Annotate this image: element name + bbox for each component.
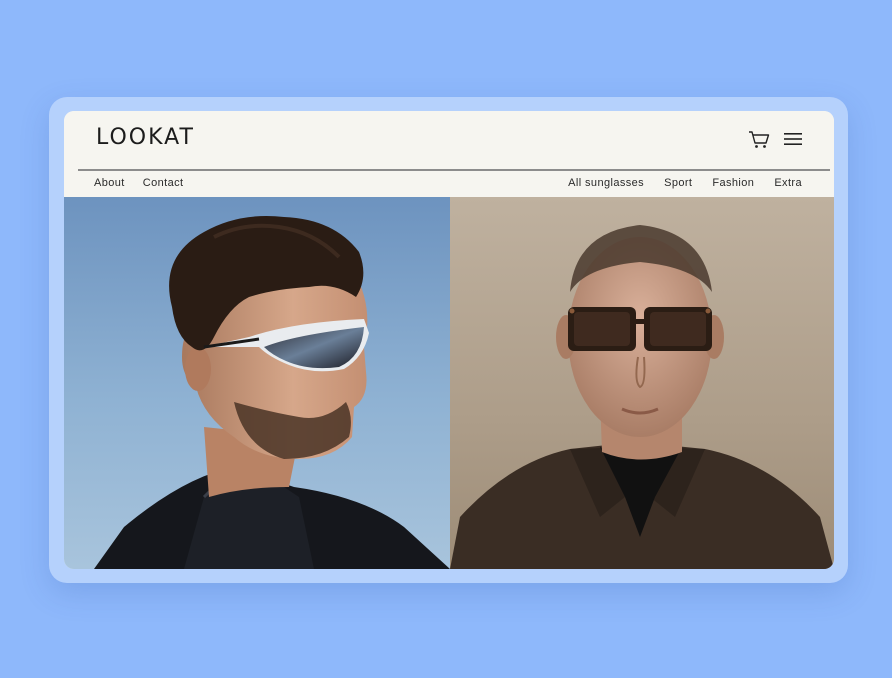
hamburger-menu-icon[interactable] bbox=[782, 129, 804, 149]
header-divider bbox=[78, 169, 830, 171]
header-actions bbox=[748, 129, 804, 149]
website-window: LOOKAT About Contact All sunglasses Spor… bbox=[64, 111, 834, 569]
hero-gallery bbox=[64, 197, 834, 569]
cart-icon[interactable] bbox=[748, 129, 770, 149]
nav-link-extra[interactable]: Extra bbox=[774, 177, 802, 189]
nav-link-about[interactable]: About bbox=[94, 177, 125, 189]
browser-frame: LOOKAT About Contact All sunglasses Spor… bbox=[49, 97, 848, 583]
brand-logo[interactable]: LOOKAT bbox=[96, 125, 195, 150]
nav-link-contact[interactable]: Contact bbox=[143, 177, 184, 189]
man-in-square-tinted-sunglasses-photo[interactable] bbox=[450, 197, 834, 569]
site-header: LOOKAT About Contact All sunglasses Spor… bbox=[64, 111, 834, 197]
nav-link-fashion[interactable]: Fashion bbox=[712, 177, 754, 189]
nav-link-sport[interactable]: Sport bbox=[664, 177, 692, 189]
secondary-nav: About Contact bbox=[94, 177, 183, 189]
man-in-sport-sunglasses-photo[interactable] bbox=[64, 197, 450, 569]
category-nav: All sunglasses Sport Fashion Extra bbox=[568, 177, 802, 189]
nav-link-all-sunglasses[interactable]: All sunglasses bbox=[568, 177, 644, 189]
